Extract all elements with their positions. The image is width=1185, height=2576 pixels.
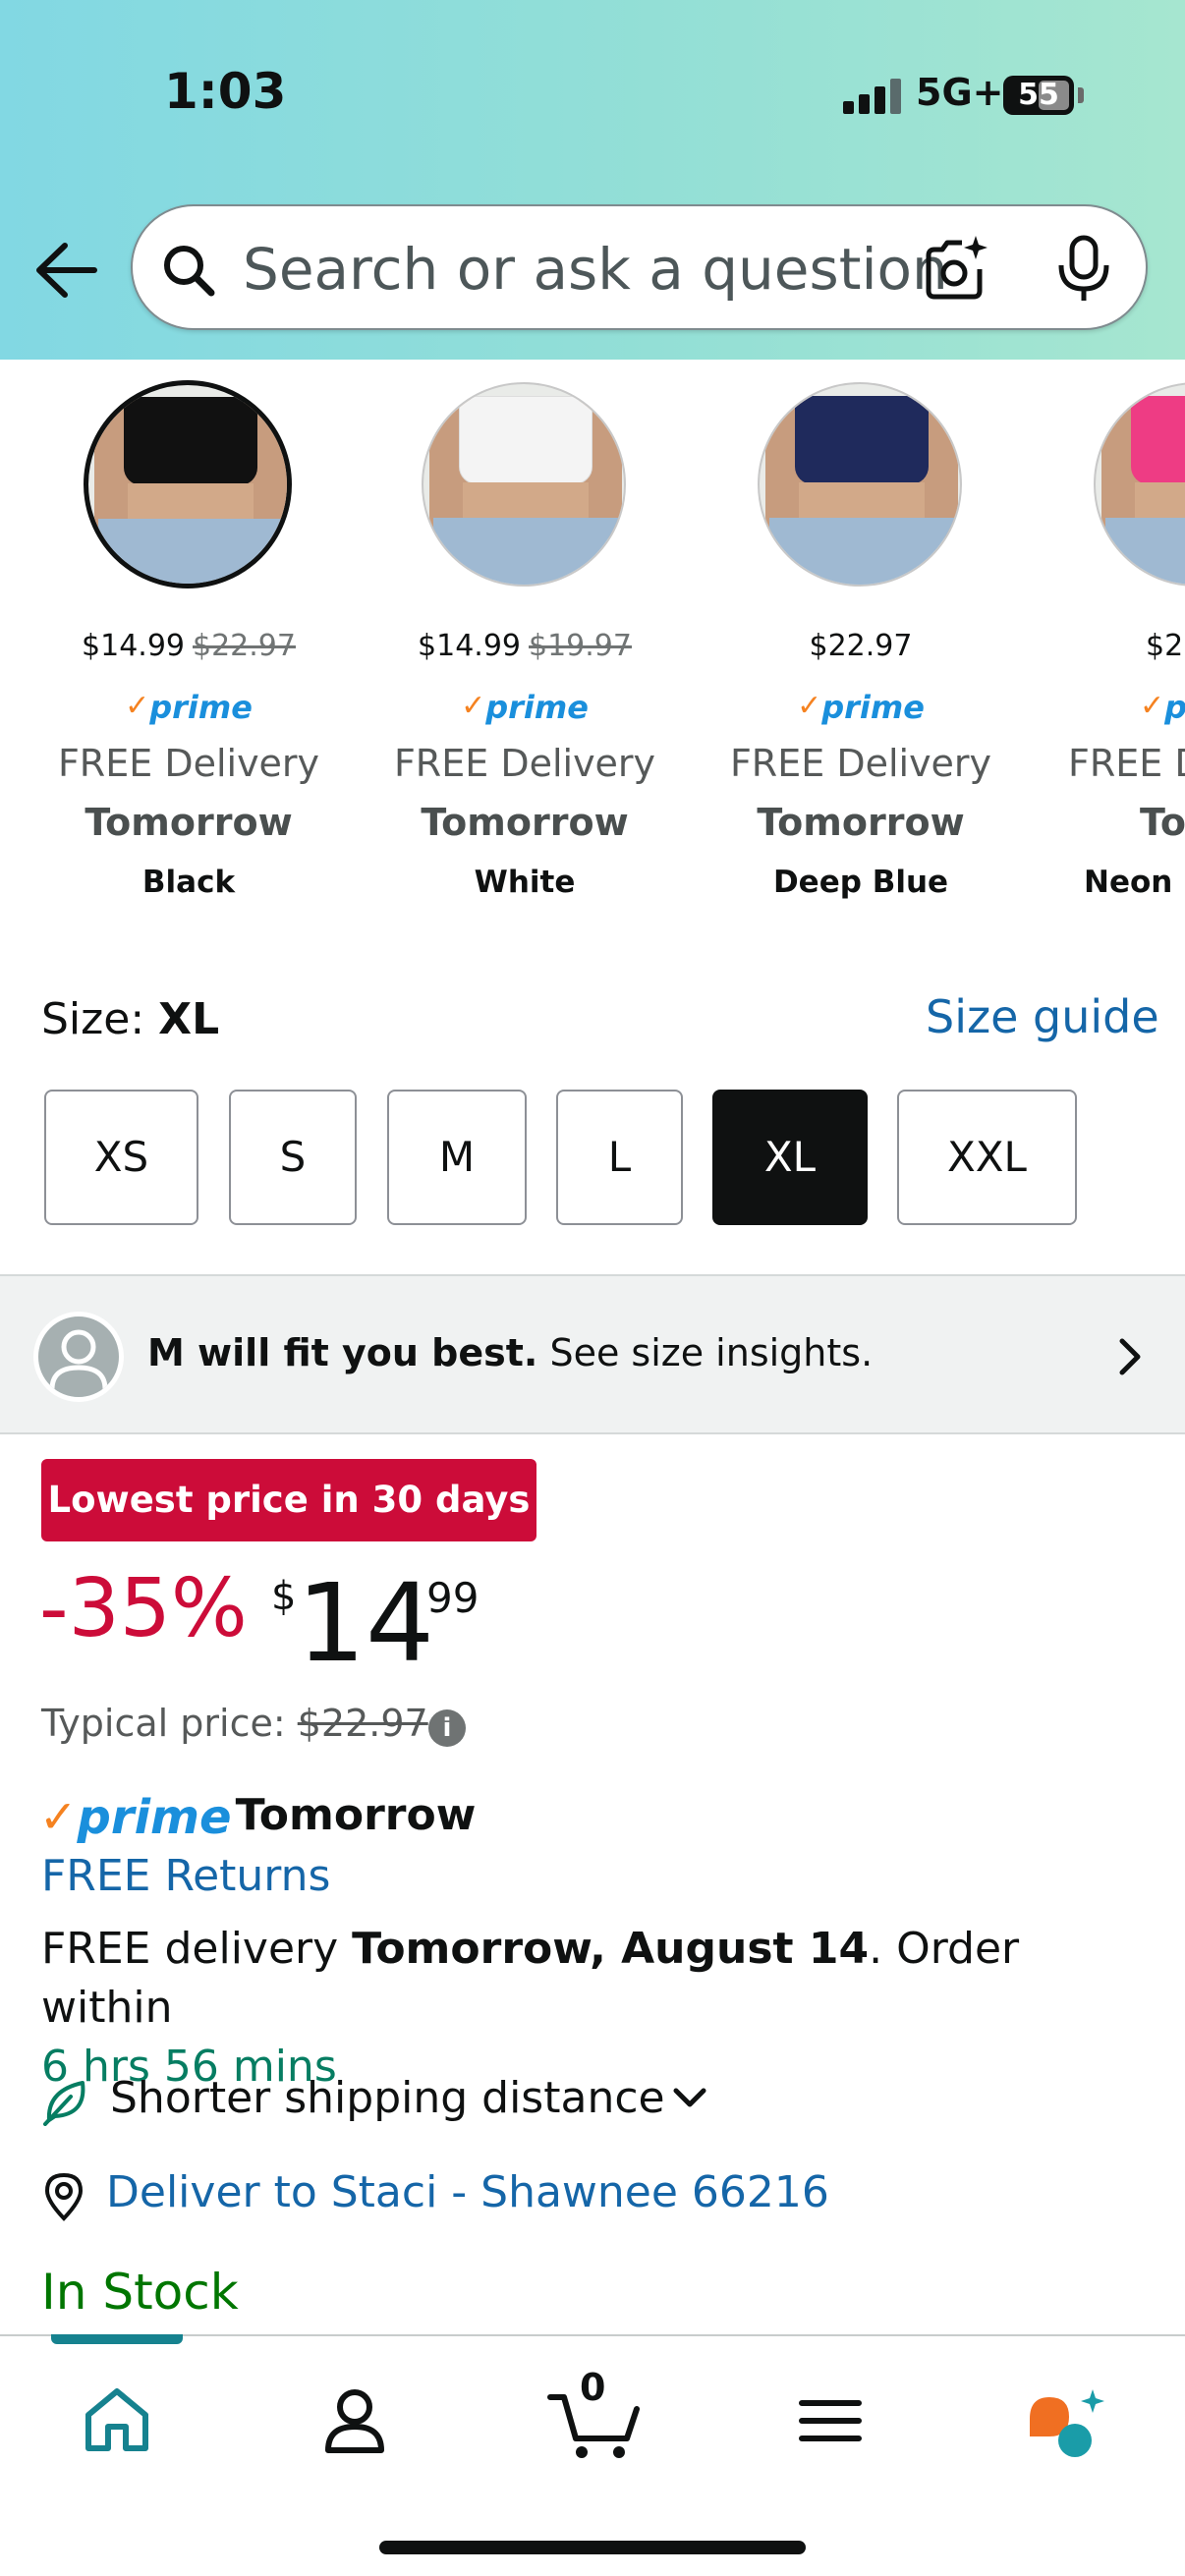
- back-button[interactable]: [29, 236, 104, 305]
- variant-price: $22.97: [809, 629, 913, 663]
- size-option-xxl[interactable]: XXL: [897, 1090, 1077, 1225]
- variant-delivery-day: Tomo: [1140, 801, 1185, 844]
- price-whole: 14: [297, 1560, 434, 1686]
- shipping-distance-text: Shorter shipping distance: [110, 2073, 665, 2123]
- color-variant-white[interactable]: $14.99 $19.97 ✓prime FREE Delivery Tomorr…: [358, 376, 692, 917]
- variant-price: $14.99 $22.97: [82, 629, 296, 663]
- home-indicator: [379, 2541, 806, 2554]
- battery-icon: 55: [1003, 76, 1074, 115]
- chevron-right-icon: [1119, 1338, 1141, 1375]
- size-insights-banner[interactable]: M will fit you best. See size insights.: [0, 1274, 1185, 1434]
- size-insights-text: M will fit you best. See size insights.: [147, 1331, 874, 1374]
- prime-badge: ✓prime: [125, 689, 253, 726]
- variant-delivery: FREE Delivery: [57, 742, 320, 785]
- prime-delivery-badge: ✓primeTomorrow: [39, 1790, 477, 1845]
- variant-delivery: FREE Delivery: [729, 742, 992, 785]
- chevron-down-icon: [673, 2088, 706, 2107]
- avatar: [33, 1312, 124, 1402]
- variant-delivery: FREE D: [1068, 742, 1185, 785]
- home-icon: [85, 2388, 148, 2451]
- size-option-s[interactable]: S: [229, 1090, 357, 1225]
- variant-price: $2: [1146, 629, 1184, 663]
- variant-color-name: Deep Blue: [772, 865, 949, 900]
- typical-price: Typical price: $22.97: [41, 1702, 428, 1745]
- variant-thumbnail: [758, 382, 962, 587]
- camera-lens-icon[interactable]: [921, 234, 989, 303]
- active-tab-indicator: [51, 2334, 183, 2344]
- microphone-icon[interactable]: [1051, 234, 1116, 305]
- location-pin-icon: [44, 2172, 84, 2221]
- prime-badge: ✓prime: [797, 689, 925, 726]
- free-returns-link[interactable]: FREE Returns: [41, 1851, 330, 1901]
- size-label: Size: XL: [41, 994, 220, 1044]
- variant-delivery-day: Tomorrow: [421, 801, 629, 844]
- variant-delivery-day: Tomorrow: [85, 801, 293, 844]
- variant-color-name: White: [474, 865, 576, 900]
- color-variant-neon[interactable]: $2 ✓p FREE D Tomo Neon R: [1030, 376, 1185, 917]
- nav-menu[interactable]: [786, 2376, 875, 2464]
- prime-badge: ✓prime: [461, 689, 589, 726]
- prime-badge: ✓p: [1140, 689, 1185, 726]
- battery-tip: [1078, 87, 1084, 103]
- deal-badge: Lowest price in 30 days: [41, 1459, 536, 1541]
- discount-percent: -35%: [39, 1562, 248, 1655]
- status-time: 1:03: [164, 63, 287, 120]
- header: 1:03 5G+ 55: [0, 0, 1185, 360]
- selected-size: XL: [158, 994, 220, 1044]
- variant-color-name: Neon R: [1084, 865, 1185, 900]
- price-currency: $: [271, 1574, 297, 1619]
- stock-status: In Stock: [41, 2264, 239, 2321]
- color-variant-deep-blue[interactable]: $22.97 ✓prime FREE Delivery Tomorrow Dee…: [694, 376, 1028, 917]
- variant-price: $14.99 $19.97: [418, 629, 632, 663]
- size-option-xl[interactable]: XL: [712, 1090, 868, 1225]
- rufus-assistant-icon: [1030, 2389, 1104, 2457]
- size-option-xs[interactable]: XS: [44, 1090, 198, 1225]
- variant-thumbnail: [422, 382, 626, 587]
- nav-home[interactable]: [73, 2376, 161, 2464]
- search-bar[interactable]: [131, 204, 1148, 330]
- size-guide-link[interactable]: Size guide: [926, 990, 1159, 1043]
- color-variant-black[interactable]: $14.99 $22.97 ✓prime FREE Delivery Tomorr…: [22, 376, 356, 917]
- prime-check-icon: ✓: [39, 1790, 78, 1843]
- variant-color-name: Black: [141, 865, 236, 900]
- delivery-estimate: FREE delivery Tomorrow, August 14. Order…: [41, 1924, 1020, 2092]
- variant-thumbnail: [1094, 382, 1185, 587]
- person-icon: [325, 2389, 384, 2453]
- cart-count: 0: [580, 2366, 606, 2409]
- network-type: 5G+: [916, 71, 1004, 114]
- variant-delivery-day: Tomorrow: [757, 801, 965, 844]
- info-icon[interactable]: i: [428, 1709, 466, 1747]
- size-option-m[interactable]: M: [387, 1090, 527, 1225]
- cellular-signal-icon: [843, 79, 902, 114]
- leaf-icon: [43, 2081, 85, 2126]
- variant-delivery: FREE Delivery: [393, 742, 656, 785]
- deliver-to-text: Deliver to Staci - Shawnee 66216: [106, 2167, 829, 2217]
- battery-level: 55: [1018, 78, 1059, 112]
- hamburger-menu-icon: [799, 2400, 862, 2441]
- nav-rufus[interactable]: [1022, 2376, 1110, 2464]
- search-icon: [164, 246, 215, 297]
- size-option-l[interactable]: L: [556, 1090, 683, 1225]
- back-arrow-icon: [36, 243, 97, 298]
- price-fraction: 99: [426, 1574, 480, 1622]
- nav-account[interactable]: [310, 2376, 399, 2464]
- variant-thumbnail: [84, 380, 292, 588]
- user-silhouette-icon: [49, 1329, 108, 1390]
